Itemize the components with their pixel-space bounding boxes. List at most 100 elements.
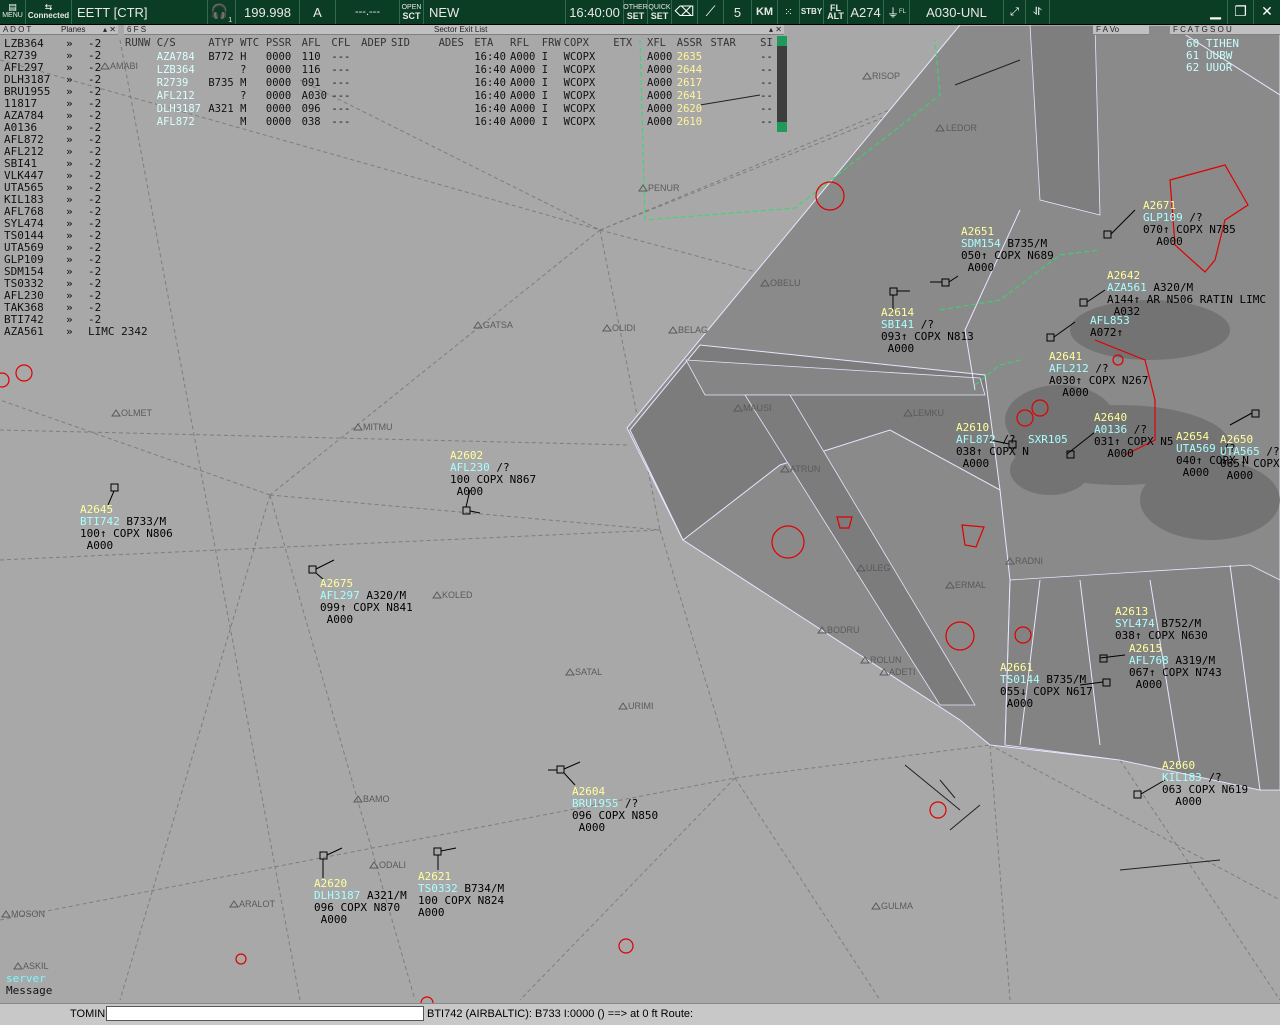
track-label[interactable]: A2671 GLP109 /? 070↑ COPX N785 A000 [1143, 200, 1236, 248]
open-sector-button[interactable]: OPEN SCT [400, 0, 424, 24]
track-label[interactable]: A2615 AFL768 A319/M 067↑ COPX N743 A000 [1129, 643, 1222, 691]
column-header[interactable]: ADEP [361, 37, 391, 49]
track-label[interactable]: A2645 BTI742 B733/M 100↑ COPX N806 A000 [80, 504, 173, 552]
range-value[interactable]: 5 [724, 0, 752, 24]
track-label[interactable]: A2640 A0136 /? 031↑ COPX N5 A000 [1094, 412, 1173, 460]
vector-tool-button[interactable]: ⤢ [1004, 0, 1026, 24]
track-label[interactable]: A2613 SYL474 B752/M 038↑ COPX N630 [1115, 606, 1208, 642]
aircraft-symbol-dlh3187[interactable] [319, 847, 343, 878]
fl-alt-toggle[interactable]: FL ALT [824, 0, 848, 24]
catgs-panel-title[interactable]: F C A T G S O U [1170, 25, 1280, 35]
sector-exit-panel-title[interactable]: 6 F S Sector Exit List ▴ ✕ [124, 25, 784, 35]
sector-exit-scrollbar[interactable] [777, 36, 787, 132]
waypoint[interactable]: SATAL [565, 667, 602, 677]
command-input[interactable] [106, 1006, 424, 1021]
close-button[interactable]: ✕ [1254, 0, 1280, 24]
waypoint[interactable]: GATSA [473, 320, 513, 330]
waypoint[interactable]: ARALOT [229, 899, 276, 909]
aircraft-symbol-bti742[interactable] [107, 483, 119, 506]
track-label[interactable]: A2610 AFL872 /? 038↑ COPX N A000 [956, 422, 1029, 470]
column-header[interactable]: ADES [439, 37, 475, 49]
track-label[interactable]: SXR105 [1028, 434, 1074, 446]
track-callsign[interactable]: SXR105 [1028, 433, 1068, 446]
adot-row[interactable]: AZA561 » LIMC 2342 [4, 326, 148, 338]
column-header[interactable]: FRW [542, 37, 564, 49]
column-header[interactable]: ETA [474, 37, 510, 49]
column-header[interactable]: STAR [711, 37, 761, 49]
eraser-button[interactable]: ⌫ [672, 0, 698, 24]
column-header[interactable]: COPX [564, 37, 614, 49]
track-label[interactable]: A2675 AFL297 A320/M 099↑ COPX N841 A000 [320, 578, 413, 626]
track-label[interactable]: A2642 AZA561 A320/M A144↑ AR N506 RATIN LI… [1107, 270, 1266, 318]
waypoint[interactable]: OLIDI [602, 323, 636, 333]
sector-exit-row[interactable]: LZB364? 0000 116 --- 16:40 A000 I WCOPX A000 2644… [125, 63, 780, 76]
track-label[interactable]: A2602 AFL230 /? 100 COPX N867 A000 [450, 450, 536, 498]
atis-field[interactable]: A [300, 0, 336, 24]
track-label[interactable]: A2661 TS0144 B735/M 055↓ COPX N617 A000 [1000, 662, 1093, 710]
sector-exit-close-icon[interactable]: ▴ ✕ [769, 25, 782, 35]
column-header[interactable]: PSSR [266, 37, 302, 49]
scroll-down-icon[interactable] [777, 122, 787, 132]
aircraft-symbol-bru1955[interactable] [548, 761, 581, 786]
adot-panel-title[interactable]: A D O T [0, 25, 58, 35]
track-label[interactable]: A2604 BRU1955 /? 096 COPX N850 A000 [572, 786, 658, 834]
waypoint[interactable]: ASKIL [13, 961, 49, 971]
measure-button[interactable]: ⟋ [698, 0, 724, 24]
track-label[interactable]: A2620 DLH3187 A321/M 096 COPX N870 A000 [314, 878, 407, 926]
track-label[interactable]: A2621 TS0332 B734/M 100 COPX N824 A000 [418, 871, 504, 919]
aircraft-symbol-ts0332[interactable] [433, 847, 457, 870]
grid-button[interactable]: ⁙ [778, 0, 800, 24]
connection-status[interactable]: ⇆ Connected [26, 0, 72, 24]
route-tool-button[interactable]: ⥯ [1026, 0, 1050, 24]
minimize-button[interactable]: ▁ [1204, 0, 1228, 24]
scroll-up-icon[interactable] [777, 36, 787, 46]
sector-selector[interactable]: EETT [CTR] [72, 0, 208, 24]
column-header[interactable]: AFL [302, 37, 332, 49]
fpl-right-item[interactable]: 62 UUOR [1186, 62, 1239, 74]
sector-exit-row[interactable]: R2739 B735 M 0000 091 --- 16:40 A000 I WCOPX A000 2… [125, 76, 780, 89]
planes-panel-title[interactable]: Planes ▴ ✕ [58, 25, 118, 35]
altitude-setting[interactable]: A274 [848, 0, 884, 24]
waypoint[interactable]: OLMET [111, 408, 153, 418]
sector-exit-row[interactable]: AZA784 B772 H 0000 110 --- 16:40 A000 I WCOPX A000… [125, 50, 780, 63]
column-header[interactable]: WTC [240, 37, 266, 49]
column-header[interactable]: C/S [157, 37, 209, 49]
column-header[interactable]: ETX [613, 37, 647, 49]
waypoint[interactable]: MOSON [1, 909, 45, 919]
sector-exit-row[interactable]: AFL212? 0000 A030 --- 16:40 A000 I WCOPX A000 264… [125, 89, 780, 102]
track-label[interactable]: A2660 KIL183 /? 063 COPX N619 A000 [1162, 760, 1248, 808]
column-header[interactable]: CFL [331, 37, 361, 49]
column-header[interactable]: XFL [647, 37, 677, 49]
mode-field[interactable]: NEW [424, 0, 566, 24]
radar-display[interactable]: AMABI RISOP LEDOR PENUR OBELU GATSA OLID… [0, 25, 1280, 1003]
headset-button[interactable]: 🎧 1 [208, 0, 236, 24]
track-label[interactable]: A2651 SDM154 B735/M 050↑ COPX N689 A000 [961, 226, 1054, 274]
sector-exit-row[interactable]: AFL872 M 0000 038 --- 16:40 A000 I WCOPX A000 2610… [125, 115, 780, 128]
track-label[interactable]: A2650 UTA565 /? 065↑ COPX A000 [1220, 434, 1280, 482]
sector-exit-row[interactable]: DLH3187 A321 M 0000 096 --- 16:40 A000 I WCOPX A00… [125, 102, 780, 115]
standby-button[interactable]: STBY [800, 0, 824, 24]
range-unit-button[interactable]: KM [752, 0, 778, 24]
column-header[interactable]: RUNW [125, 37, 157, 49]
menu-button[interactable]: ▤ MENU [0, 0, 26, 24]
column-header[interactable]: SID [391, 37, 439, 49]
waypoint[interactable]: PENUR [638, 183, 680, 193]
fl-filter-button[interactable]: ⏚ FL [884, 0, 910, 24]
secondary-frequency[interactable]: ---.--- [336, 0, 400, 24]
track-label[interactable]: A2641 AFL212 /? A030↑ COPX N267 A000 [1049, 351, 1148, 399]
waypoint[interactable]: BELAG [668, 325, 708, 335]
other-set-button[interactable]: OTHER SET [623, 0, 648, 24]
filter-range[interactable]: A030-UNL [910, 0, 1004, 24]
waypoint[interactable]: URIMI [618, 701, 654, 711]
fav-panel-title[interactable]: F A Vo [1093, 25, 1149, 35]
track-label[interactable]: AFL853 A072↑ [1090, 315, 1136, 339]
column-header[interactable]: RFL [510, 37, 542, 49]
column-header[interactable]: ATYP [208, 37, 240, 49]
column-header[interactable]: ASSR [677, 37, 711, 49]
quick-set-button[interactable]: QUICK SET [648, 0, 672, 24]
waypoint[interactable]: KOLED [432, 590, 473, 600]
restore-button[interactable]: ❐ [1228, 0, 1254, 24]
track-label[interactable]: A2614 SBI41 /? 093↑ COPX N813 A000 [881, 307, 974, 355]
waypoint[interactable]: RISOP [862, 71, 900, 81]
aircraft-symbol-kil183[interactable] [1133, 779, 1166, 799]
